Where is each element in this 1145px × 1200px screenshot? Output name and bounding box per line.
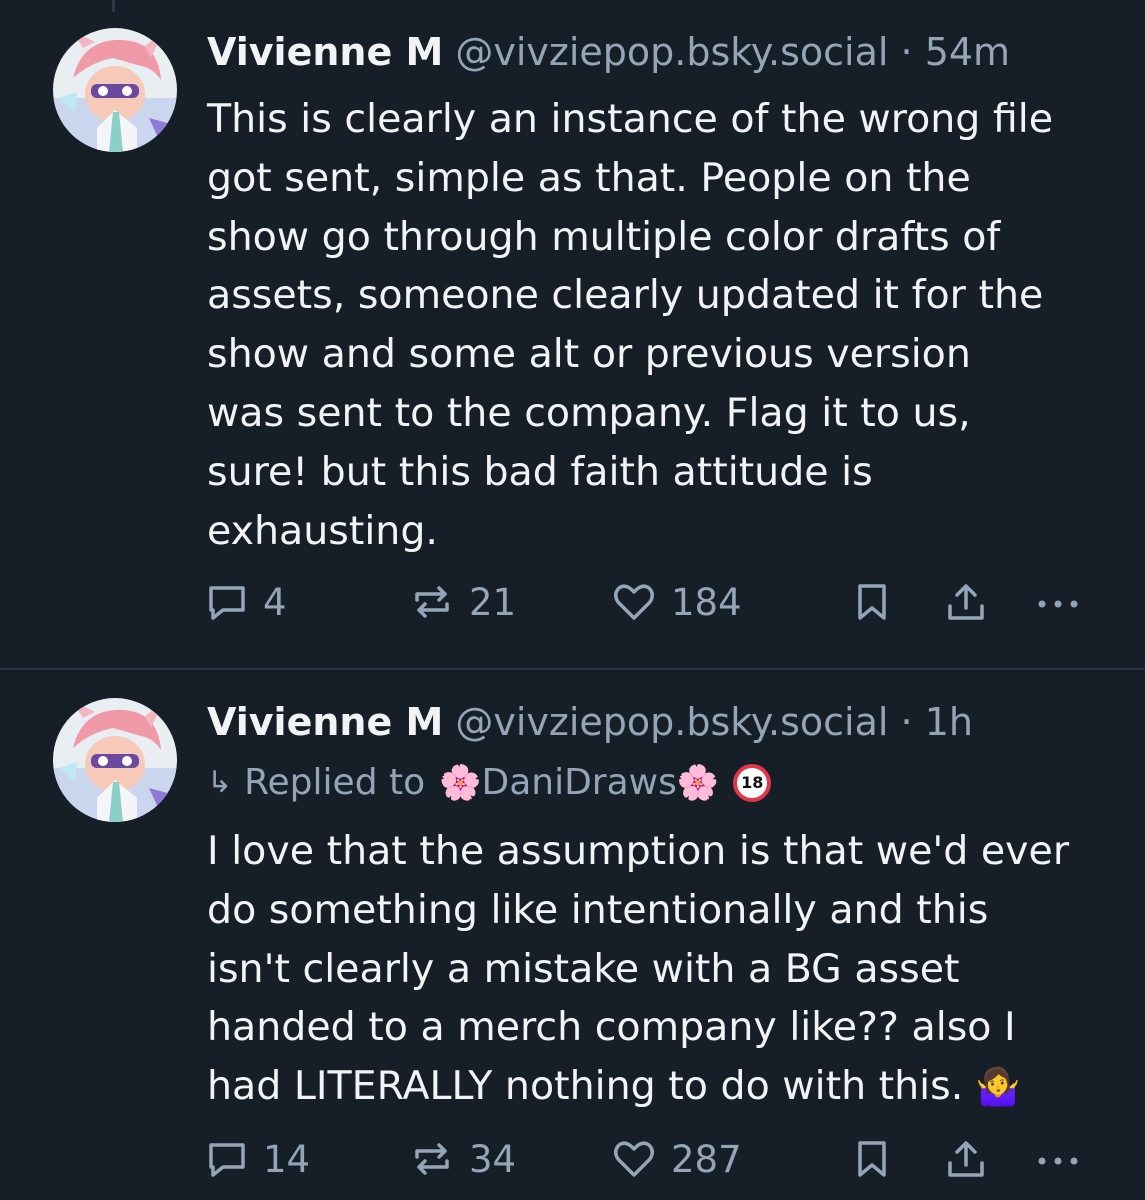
avatar[interactable] <box>53 698 177 822</box>
more-button[interactable] <box>1034 580 1082 624</box>
flower-icon: 🌸 <box>676 763 720 803</box>
repost-count: 21 <box>469 580 517 624</box>
more-icon <box>1034 580 1082 624</box>
bookmark-icon <box>852 1137 892 1181</box>
bookmark-button[interactable] <box>852 1137 892 1181</box>
share-button[interactable] <box>944 580 988 624</box>
author-name[interactable]: Vivienne M <box>207 30 443 74</box>
no-under-18-icon: 18 <box>733 764 772 802</box>
post-time[interactable]: 1h <box>925 700 973 744</box>
heart-icon <box>611 1137 657 1181</box>
share-button[interactable] <box>944 1137 988 1181</box>
repost-icon <box>409 1137 455 1181</box>
repost-button[interactable]: 21 <box>409 580 516 624</box>
avatar[interactable] <box>53 28 177 152</box>
repost-icon <box>409 580 455 624</box>
post-header: Vivienne M @vivziepop.bsky.social · 54m <box>207 28 1010 76</box>
post-time[interactable]: 54m <box>925 30 1010 74</box>
bookmark-icon <box>852 580 892 624</box>
repost-count: 34 <box>469 1137 517 1181</box>
like-count: 287 <box>671 1137 742 1181</box>
reply-button[interactable]: 14 <box>205 1137 310 1181</box>
like-count: 184 <box>671 580 742 624</box>
share-icon <box>944 1137 988 1181</box>
reply-context[interactable]: ↳ Replied to 🌸 DaniDraws 🌸 18 <box>207 760 772 806</box>
more-icon <box>1034 1137 1082 1181</box>
more-button[interactable] <box>1034 1137 1082 1181</box>
author-handle[interactable]: @vivziepop.bsky.social <box>455 700 888 744</box>
post-actions: 14 34 287 <box>0 1137 1145 1185</box>
author-name[interactable]: Vivienne M <box>207 700 443 744</box>
post-header: Vivienne M @vivziepop.bsky.social · 1h <box>207 698 973 746</box>
separator: · <box>900 30 913 74</box>
reply-count: 14 <box>263 1137 311 1181</box>
author-handle[interactable]: @vivziepop.bsky.social <box>455 30 888 74</box>
post-text: This is clearly an instance of the wrong… <box>207 96 1054 554</box>
reply-icon <box>205 1137 249 1181</box>
separator: · <box>900 700 913 744</box>
like-button[interactable]: 287 <box>611 1137 742 1181</box>
shrug-emoji-icon: 🤷‍♀️ <box>975 1067 1021 1109</box>
reply-arrow-icon: ↳ <box>207 765 233 800</box>
post-text: I love that the assumption is that we'd … <box>207 822 1107 1118</box>
replied-to-label: Replied to <box>244 762 426 803</box>
post-text-content: I love that the assumption is that we'd … <box>207 828 1070 1110</box>
post[interactable]: Vivienne M @vivziepop.bsky.social · 54m … <box>0 0 1145 668</box>
heart-icon <box>611 580 657 624</box>
like-button[interactable]: 184 <box>611 580 742 624</box>
reply-button[interactable]: 4 <box>205 580 287 624</box>
replied-to-name[interactable]: DaniDraws <box>481 760 676 806</box>
repost-button[interactable]: 34 <box>409 1137 516 1181</box>
share-icon <box>944 580 988 624</box>
flower-icon: 🌸 <box>439 763 482 803</box>
reply-icon <box>205 580 249 624</box>
post-actions: 4 21 184 <box>0 580 1145 628</box>
bookmark-button[interactable] <box>852 580 892 624</box>
reply-count: 4 <box>263 580 287 624</box>
